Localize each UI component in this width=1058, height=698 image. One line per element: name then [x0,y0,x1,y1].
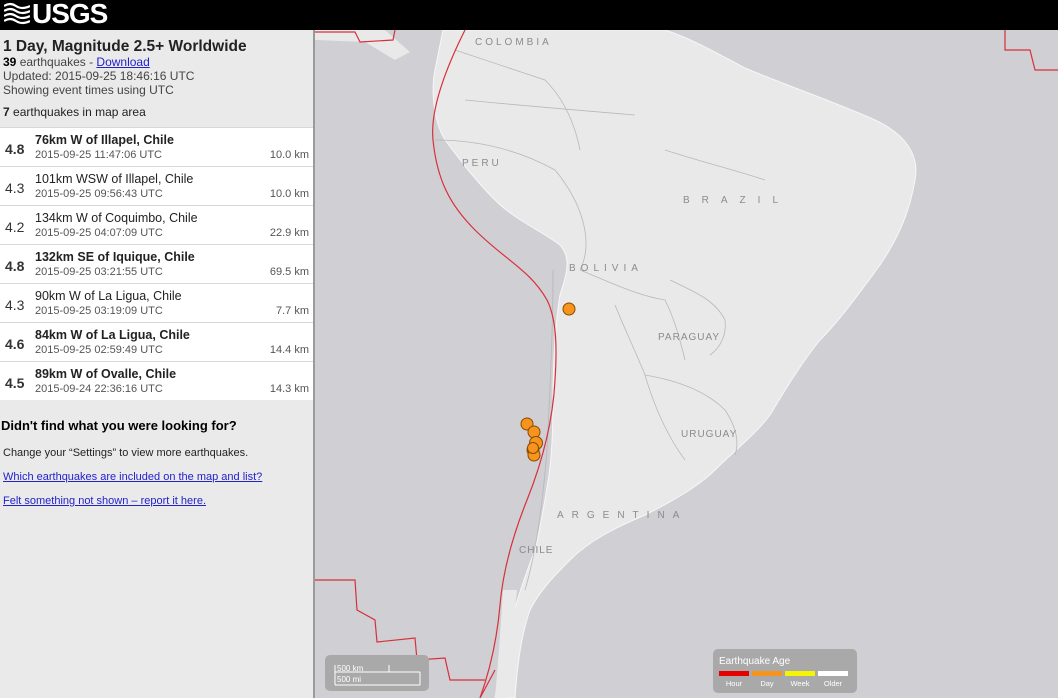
magnitude: 4.8 [5,141,25,157]
usgs-wave-icon [4,2,30,25]
earthquake-list-item[interactable]: 4.2 134km W of Coquimbo, Chile 2015-09-2… [0,205,313,244]
magnitude: 4.8 [5,258,25,274]
legend-label: Day [760,679,774,688]
legend-item-day: Day [752,671,782,688]
earthquake-count: 39 [3,55,17,69]
list-title: 1 Day, Magnitude 2.5+ Worldwide [3,38,247,55]
scale-km-label: 500 km [337,664,364,673]
depth: 22.9 km [269,227,309,239]
label-argentina: ARGENTINA [557,510,687,521]
place: 84km W of La Ligua, Chile [35,328,190,342]
legend-label: Older [823,679,843,688]
earthquake-age-legend: Earthquake Age Hour Day Week Older [713,649,857,693]
legend-item-older: Older [818,671,848,688]
depth: 7.7 km [275,305,309,317]
legend-swatch [785,671,815,676]
place: 132km SE of Iquique, Chile [35,250,195,264]
earthquake-list: 4.8 76km W of Illapel, Chile 2015-09-25 … [0,127,313,400]
help-title: Didn't find what you were looking for? [1,418,237,433]
place: 134km W of Coquimbo, Chile [35,211,198,225]
label-brazil: BRAZIL [683,195,790,206]
list-summary: 1 Day, Magnitude 2.5+ Worldwide 39 earth… [0,30,313,120]
top-bar: USGS [0,0,1058,30]
earthquake-list-item[interactable]: 4.5 89km W of Ovalle, Chile 2015-09-24 2… [0,361,313,400]
earthquake-list-item[interactable]: 4.6 84km W of La Ligua, Chile 2015-09-25… [0,322,313,361]
place: 90km W of La Ligua, Chile [35,289,182,303]
earthquake-marker[interactable] [527,425,541,439]
earthquake-marker[interactable] [527,442,539,454]
event-time: 2015-09-25 02:59:49 UTC [35,344,163,356]
legend-swatch [818,671,848,676]
earthquake-list-item[interactable]: 4.3 90km W of La Ligua, Chile 2015-09-25… [0,283,313,322]
event-time: 2015-09-25 11:47:06 UTC [35,149,162,161]
scale-lines [334,665,421,686]
report-felt-link[interactable]: Felt something not shown – report it her… [3,495,313,507]
map[interactable]: COLOMBIA PERU BRAZIL BOLIVIA PARAGUAY UR… [315,30,1058,698]
event-time: 2015-09-24 22:36:16 UTC [35,383,163,395]
place: 101km WSW of Illapel, Chile [35,172,194,186]
earthquake-list-item[interactable]: 4.3 101km WSW of Illapel, Chile 2015-09-… [0,166,313,205]
magnitude: 4.5 [5,375,25,391]
legend-item-week: Week [785,671,815,688]
legend-item-hour: Hour [719,671,749,688]
earthquake-list-item[interactable]: 4.8 76km W of Illapel, Chile 2015-09-25 … [0,127,313,166]
depth: 14.3 km [269,383,309,395]
logo-text: USGS [32,0,108,29]
event-list-panel: 1 Day, Magnitude 2.5+ Worldwide 39 earth… [0,30,315,698]
help-section: Didn't find what you were looking for? C… [0,418,313,507]
event-time: 2015-09-25 03:21:55 UTC [35,266,163,278]
magnitude: 4.6 [5,336,25,352]
scale-bar: 500 km 500 mi [325,655,429,691]
earthquake-marker[interactable] [562,302,576,316]
event-time: 2015-09-25 03:19:09 UTC [35,305,163,317]
label-chile: CHILE [519,545,553,556]
map-area-count-line: 7 earthquakes in map area [3,105,310,119]
depth: 10.0 km [269,188,309,200]
legend-swatch [752,671,782,676]
magnitude: 4.3 [5,180,25,196]
legend-title: Earthquake Age [719,656,791,667]
earthquake-list-item[interactable]: 4.8 132km SE of Iquique, Chile 2015-09-2… [0,244,313,283]
magnitude: 4.2 [5,219,25,235]
legend-label: Hour [725,679,743,688]
settings-note: Change your “Settings” to view more eart… [3,447,249,459]
label-colombia: COLOMBIA [475,37,552,48]
event-time: 2015-09-25 09:56:43 UTC [35,188,163,200]
map-canvas[interactable]: COLOMBIA PERU BRAZIL BOLIVIA PARAGUAY UR… [315,30,1058,698]
included-earthquakes-link[interactable]: Which earthquakes are included on the ma… [3,471,313,483]
timezone-note: Showing event times using UTC [3,83,174,97]
label-peru: PERU [462,158,502,169]
event-time: 2015-09-25 04:07:09 UTC [35,227,163,239]
scale-mi-label: 500 mi [337,675,362,684]
place: 76km W of Illapel, Chile [35,133,174,147]
label-uruguay: URUGUAY [681,429,737,440]
earthquake-count-suffix: earthquakes - [16,55,97,69]
earthquake-count-line: 39 earthquakes - Download [3,55,310,69]
place: 89km W of Ovalle, Chile [35,367,177,381]
legend-swatch [719,671,749,676]
map-area-count: 7 [3,105,10,119]
legend-label: Week [790,679,810,688]
label-bolivia: BOLIVIA [569,263,643,274]
depth: 14.4 km [269,344,309,356]
updated-time: Updated: 2015-09-25 18:46:16 UTC [3,69,195,83]
depth: 69.5 km [269,266,309,278]
download-link[interactable]: Download [96,55,149,69]
map-area-count-suffix: earthquakes in map area [9,105,146,119]
magnitude: 4.3 [5,297,25,313]
usgs-logo[interactable]: USGS [4,0,108,29]
label-paraguay: PARAGUAY [658,332,720,343]
depth: 10.0 km [269,149,309,161]
